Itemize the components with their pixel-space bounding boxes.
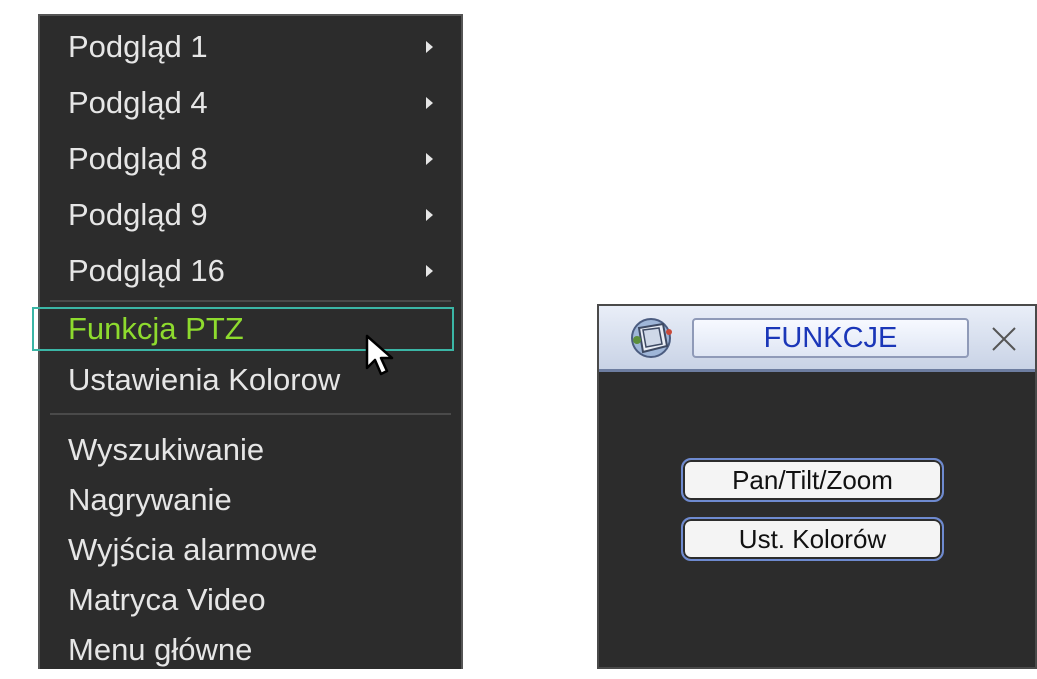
pan-tilt-zoom-button[interactable]: Pan/Tilt/Zoom [681, 458, 944, 502]
menu-separator [50, 300, 451, 302]
menu-item-podglad-4[interactable]: Podgląd 4 [40, 74, 461, 132]
menu-item-label: Wyszukiwanie [68, 432, 265, 467]
menu-item-label: Podgląd 1 [68, 29, 208, 64]
menu-item-podglad-9[interactable]: Podgląd 9 [40, 186, 461, 244]
menu-item-label: Funkcja PTZ [68, 311, 244, 346]
color-settings-button[interactable]: Ust. Kolorów [681, 517, 944, 561]
dialog-title: FUNKCJE [692, 318, 969, 358]
menu-item-label: Ustawienia Kolorow [68, 362, 341, 397]
menu-separator [50, 413, 451, 415]
submenu-arrow-icon [426, 97, 433, 109]
menu-item-label: Podgląd 9 [68, 197, 208, 232]
menu-item-label: Podgląd 16 [68, 253, 225, 288]
submenu-arrow-icon [426, 265, 433, 277]
menu-item-menu-glowne[interactable]: Menu główne [40, 621, 461, 679]
app-logo-icon [631, 318, 672, 358]
menu-item-label: Nagrywanie [68, 482, 232, 517]
menu-item-label: Podgląd 8 [68, 141, 208, 176]
context-menu: Podgląd 1 Podgląd 4 Podgląd 8 Podgląd 9 … [32, 14, 463, 669]
menu-item-label: Menu główne [68, 632, 253, 667]
menu-item-label: Matryca Video [68, 582, 266, 617]
dialog-titlebar[interactable]: FUNKCJE [599, 306, 1035, 372]
submenu-arrow-icon [426, 41, 433, 53]
mouse-pointer-icon [365, 334, 394, 376]
menu-item-podglad-1[interactable]: Podgląd 1 [40, 18, 461, 76]
funkcje-dialog: FUNKCJE Pan/Tilt/Zoom Ust. Kolorów [597, 304, 1037, 669]
menu-item-podglad-8[interactable]: Podgląd 8 [40, 130, 461, 188]
close-icon[interactable] [989, 324, 1019, 354]
menu-item-podglad-16[interactable]: Podgląd 16 [40, 242, 461, 300]
submenu-arrow-icon [426, 209, 433, 221]
submenu-arrow-icon [426, 153, 433, 165]
menu-item-ustawienia-kolorow[interactable]: Ustawienia Kolorow [40, 351, 461, 409]
menu-item-label: Podgląd 4 [68, 85, 208, 120]
menu-item-label: Wyjścia alarmowe [68, 532, 318, 567]
